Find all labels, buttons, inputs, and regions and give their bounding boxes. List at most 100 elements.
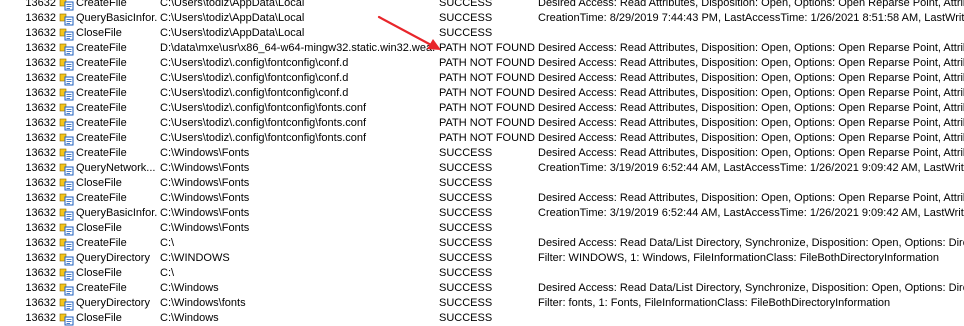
operation-cell: CreateFile <box>59 0 158 11</box>
table-row[interactable]: 13632 CreateFile C:\Windows\Fonts SUCCESS De… <box>0 146 964 161</box>
pid-cell: 13632 <box>25 132 56 144</box>
path-cell: C:\Users\todiz\AppData\Local <box>160 0 305 9</box>
table-row[interactable]: 13632 CreateFile C:\Users\todiz\.config\fo… <box>0 86 964 101</box>
operation-cell: QueryNetwork... <box>59 161 158 176</box>
result-cell: SUCCESS <box>439 282 493 294</box>
pid-cell: 13632 <box>25 147 56 159</box>
detail-cell: Desired Access: Read Attributes, Disposi… <box>538 117 964 129</box>
detail-cell <box>538 221 964 236</box>
result-cell: SUCCESS <box>439 27 493 39</box>
result-cell: PATH NOT FOUND <box>439 42 535 54</box>
path-cell: C:\Users\todiz\.config\fontconfig\fonts.… <box>160 102 367 114</box>
pid-cell: 13632 <box>25 237 56 249</box>
table-row[interactable]: 13632 CreateFile C:\Users\todiz\AppData\Lo… <box>0 0 964 11</box>
detail-cell <box>538 311 964 326</box>
operation-label: CloseFile <box>76 267 122 279</box>
file-system-icon <box>59 176 75 191</box>
path-cell: C:\ <box>160 237 175 249</box>
table-row[interactable]: 13632 CloseFile C:\Windows\Fonts SUCCESS <box>0 221 964 236</box>
file-system-icon <box>59 26 75 41</box>
table-row[interactable]: 13632 CloseFile C:\Users\todiz\AppData\Loc… <box>0 26 964 41</box>
detail-cell <box>538 266 964 281</box>
table-row[interactable]: 13632 CloseFile C:\ SUCCESS <box>0 266 964 281</box>
operation-cell: CreateFile <box>59 281 158 296</box>
pid-cell: 13632 <box>25 312 56 324</box>
operation-cell: QueryDirectory <box>59 296 158 311</box>
file-system-icon <box>59 281 75 296</box>
path-cell: C:\Windows\fonts <box>160 297 246 309</box>
annotation-arrow <box>377 15 441 50</box>
operation-label: CloseFile <box>76 312 122 324</box>
table-row[interactable]: 13632 QueryDirectory C:\Windows\fonts SUCCE… <box>0 296 964 311</box>
pid-cell: 13632 <box>25 0 56 9</box>
operation-cell: QueryBasicInfor... <box>59 11 158 26</box>
pid-cell: 13632 <box>25 42 56 54</box>
path-cell: C:\Users\todiz\.config\fontconfig\conf.d <box>160 72 349 84</box>
result-cell: SUCCESS <box>439 12 493 24</box>
table-row[interactable]: 13632 CreateFile D:\data\mxe\usr\x86_64-w6… <box>0 41 964 56</box>
file-system-icon <box>59 311 75 326</box>
file-system-icon <box>59 191 75 206</box>
table-row[interactable]: 13632 CreateFile C:\Users\todiz\.config\fo… <box>0 71 964 86</box>
operation-label: CreateFile <box>76 192 127 204</box>
operation-cell: CreateFile <box>59 236 158 251</box>
detail-cell: Desired Access: Read Attributes, Disposi… <box>538 0 964 9</box>
result-cell: SUCCESS <box>439 267 493 279</box>
operation-label: QueryBasicInfor... <box>76 207 158 219</box>
result-cell: PATH NOT FOUND <box>439 132 535 144</box>
result-cell: PATH NOT FOUND <box>439 72 535 84</box>
detail-cell: Desired Access: Read Attributes, Disposi… <box>538 42 964 54</box>
path-cell: C:\Users\todiz\.config\fontconfig\fonts.… <box>160 132 367 144</box>
table-row[interactable]: 13632 QueryNetwork... C:\Windows\Fonts SUCC… <box>0 161 964 176</box>
table-row[interactable]: 13632 CreateFile C:\ SUCCESS Desired Access:… <box>0 236 964 251</box>
path-cell: C:\Users\todiz\.config\fontconfig\conf.d <box>160 57 349 69</box>
operation-label: CreateFile <box>76 42 127 54</box>
file-system-icon <box>59 251 75 266</box>
operation-cell: CreateFile <box>59 86 158 101</box>
file-system-icon <box>59 71 75 86</box>
table-row[interactable]: 13632 QueryBasicInfor... C:\Windows\Fonts S… <box>0 206 964 221</box>
table-row[interactable]: 13632 CreateFile C:\Users\todiz\.config\fo… <box>0 131 964 146</box>
operation-label: CreateFile <box>76 57 127 69</box>
result-cell: SUCCESS <box>439 147 493 159</box>
detail-cell: Filter: WINDOWS, 1: Windows, FileInforma… <box>538 252 939 264</box>
path-cell: C:\Windows\Fonts <box>160 222 250 234</box>
table-row[interactable]: 13632 CreateFile C:\Windows SUCCESS Desired … <box>0 281 964 296</box>
pid-cell: 13632 <box>25 207 56 219</box>
table-row[interactable]: 13632 CreateFile C:\Users\todiz\.config\fo… <box>0 116 964 131</box>
table-row[interactable]: 13632 QueryDirectory C:\WINDOWS SUCCESS Filt… <box>0 251 964 266</box>
detail-cell: Desired Access: Read Data/List Directory… <box>538 237 964 249</box>
file-system-icon <box>59 266 75 281</box>
file-system-icon <box>59 56 75 71</box>
table-row[interactable]: 13632 CloseFile C:\Windows\Fonts SUCCESS <box>0 176 964 191</box>
operation-cell: CloseFile <box>59 266 158 281</box>
operation-label: QueryDirectory <box>76 252 150 264</box>
detail-cell: CreationTime: 3/19/2019 6:52:44 AM, Last… <box>538 162 964 174</box>
detail-cell: Desired Access: Read Attributes, Disposi… <box>538 72 964 84</box>
file-system-icon <box>59 116 75 131</box>
operation-cell: QueryBasicInfor... <box>59 206 158 221</box>
table-row[interactable]: 13632 CreateFile C:\Windows\Fonts SUCCESS De… <box>0 191 964 206</box>
operation-label: CreateFile <box>76 282 127 294</box>
table-row[interactable]: 13632 CreateFile C:\Users\todiz\.config\fo… <box>0 101 964 116</box>
detail-cell: Desired Access: Read Attributes, Disposi… <box>538 87 964 99</box>
table-row[interactable]: 13632 CreateFile C:\Users\todiz\.config\fo… <box>0 56 964 71</box>
pid-cell: 13632 <box>25 102 56 114</box>
path-cell: C:\Windows\Fonts <box>160 147 250 159</box>
file-system-icon <box>59 296 75 311</box>
table-row[interactable]: 13632 QueryBasicInfor... C:\Users\todiz\Ap… <box>0 11 964 26</box>
result-cell: SUCCESS <box>439 162 493 174</box>
path-cell: C:\Windows <box>160 282 219 294</box>
operation-label: QueryBasicInfor... <box>76 12 158 24</box>
table-row[interactable]: 13632 CloseFile C:\Windows SUCCESS <box>0 311 964 326</box>
operation-label: CloseFile <box>76 27 122 39</box>
path-cell: C:\ <box>160 267 175 279</box>
pid-cell: 13632 <box>25 12 56 24</box>
pid-cell: 13632 <box>25 87 56 99</box>
detail-cell: Desired Access: Read Attributes, Disposi… <box>538 57 964 69</box>
path-cell: C:\Windows\Fonts <box>160 177 250 189</box>
operation-cell: CreateFile <box>59 41 158 56</box>
detail-cell: Desired Access: Read Attributes, Disposi… <box>538 132 964 144</box>
detail-cell: CreationTime: 8/29/2019 7:44:43 PM, Last… <box>538 12 964 24</box>
path-cell: C:\Windows\Fonts <box>160 192 250 204</box>
